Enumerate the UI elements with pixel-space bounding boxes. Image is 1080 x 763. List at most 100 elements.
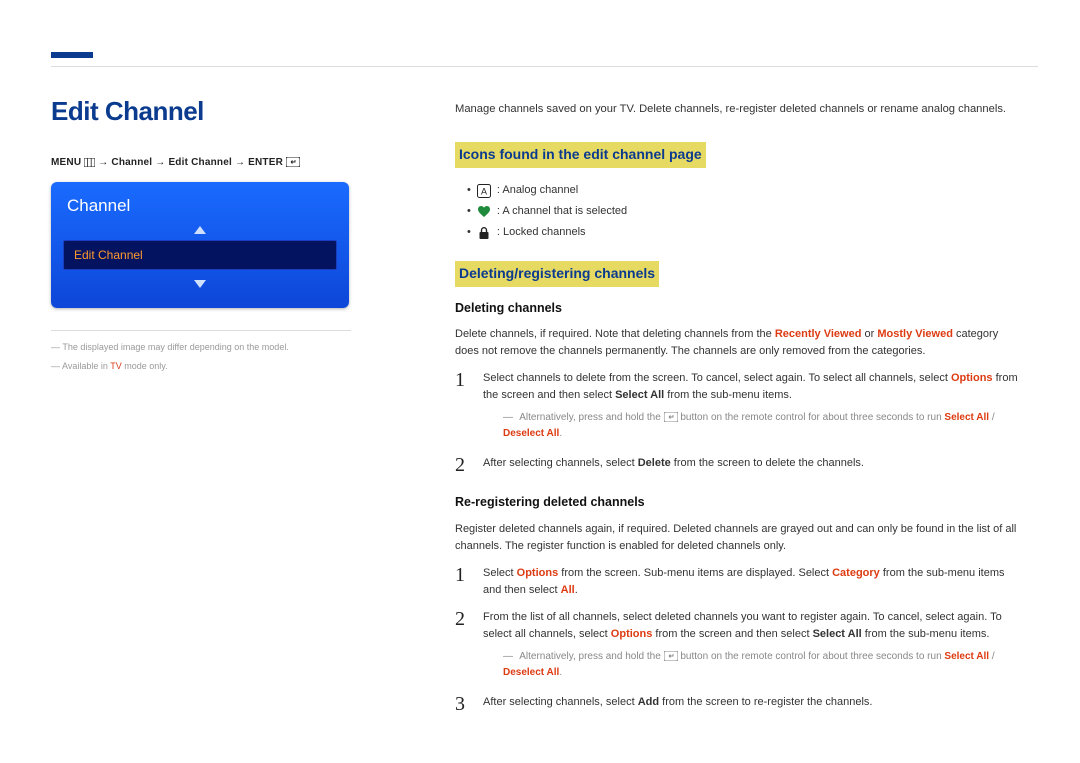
- step-1: 1 Select Options from the screen. Sub-me…: [455, 565, 1024, 599]
- t: Select: [483, 567, 517, 579]
- t: Delete channels, if required. Note that …: [455, 328, 775, 340]
- lock-icon: [477, 226, 491, 240]
- icon-row-locked: • : Locked channels: [467, 224, 1024, 241]
- heart-icon: [477, 205, 491, 219]
- left-column: Edit Channel MENU → Channel → Edit Chann…: [51, 96, 351, 372]
- t: Mostly Viewed: [877, 328, 953, 340]
- icon-legend: • A : Analog channel • : A channel that …: [467, 182, 1024, 241]
- analog-text: : Analog channel: [497, 182, 578, 199]
- tv-menu-header: Channel: [67, 196, 337, 216]
- t: .: [559, 667, 562, 678]
- t: Select channels to delete from the scree…: [483, 372, 951, 384]
- t: Options: [951, 372, 993, 384]
- enter-icon: [286, 157, 300, 167]
- t: /: [989, 412, 995, 423]
- menu-grid-icon: [84, 158, 95, 167]
- step-body: Select Options from the screen. Sub-menu…: [483, 565, 1024, 599]
- path-channel: Channel: [111, 157, 152, 168]
- t: from the screen and then select: [652, 628, 812, 640]
- step-number: 1: [455, 370, 469, 390]
- step-3: 3 After selecting channels, select Add f…: [455, 694, 1024, 714]
- t: .: [559, 428, 562, 439]
- chevron-down-icon[interactable]: [193, 279, 207, 289]
- dash-icon: ―: [503, 412, 513, 423]
- path-enter: ENTER: [248, 157, 283, 168]
- left-divider: [51, 330, 351, 331]
- chevron-up-icon[interactable]: [193, 225, 207, 235]
- t: Category: [832, 567, 880, 579]
- step-number: 3: [455, 694, 469, 714]
- footnote-tv-b: TV: [110, 361, 122, 371]
- enter-icon: [664, 412, 678, 422]
- t: After selecting channels, select: [483, 696, 638, 708]
- tv-menu-item-edit-channel[interactable]: Edit Channel: [63, 240, 337, 270]
- deleting-steps: 1 Select channels to delete from the scr…: [455, 370, 1024, 475]
- step-2: 2 After selecting channels, select Delet…: [455, 455, 1024, 475]
- path-menu: MENU: [51, 157, 81, 168]
- step-2: 2 From the list of all channels, select …: [455, 609, 1024, 684]
- bullet-icon: •: [467, 224, 471, 241]
- t: Select All: [944, 651, 989, 662]
- step-2-tip: ― Alternatively, press and hold the butt…: [503, 649, 1024, 680]
- bullet-icon: •: [467, 182, 471, 199]
- path-edit-channel: Edit Channel: [168, 157, 232, 168]
- t: All: [561, 584, 575, 596]
- t: Options: [517, 567, 559, 579]
- tv-down-arrow-row: [63, 276, 337, 294]
- t: Alternatively, press and hold the: [519, 651, 663, 662]
- t: from the screen to delete the channels.: [671, 457, 864, 469]
- step-body: From the list of all channels, select de…: [483, 609, 1024, 684]
- footnote-tv-c: mode only.: [122, 361, 168, 371]
- lock-text: : Locked channels: [497, 224, 586, 241]
- analog-box-icon: A: [477, 184, 491, 198]
- section-icons-heading: Icons found in the edit channel page: [455, 142, 706, 168]
- dash-icon: ―: [51, 342, 62, 352]
- breadcrumb: MENU → Channel → Edit Channel → ENTER: [51, 157, 351, 168]
- footnote-tv-mode: ― Available in TV mode only.: [51, 360, 351, 373]
- t: from the screen. Sub-menu items are disp…: [558, 567, 832, 579]
- footnote-model: ― The displayed image may differ dependi…: [51, 341, 351, 354]
- step-body: After selecting channels, select Add fro…: [483, 694, 1024, 711]
- icon-row-selected: • : A channel that is selected: [467, 203, 1024, 220]
- section-deleting-heading: Deleting/registering channels: [455, 261, 659, 287]
- t: Deselect All: [503, 428, 559, 439]
- accent-tab: [51, 52, 93, 58]
- t: from the sub-menu items.: [664, 389, 792, 401]
- tv-up-arrow-row: [63, 222, 337, 240]
- t: Select All: [615, 389, 664, 401]
- t: from the screen to re-register the chann…: [659, 696, 872, 708]
- step-number: 2: [455, 455, 469, 475]
- right-column: Manage channels saved on your TV. Delete…: [455, 101, 1024, 724]
- deleting-intro: Delete channels, if required. Note that …: [455, 326, 1024, 360]
- svg-text:A: A: [481, 186, 487, 196]
- path-arrow-1: →: [98, 157, 111, 168]
- t: After selecting channels, select: [483, 457, 638, 469]
- t: Select All: [944, 412, 989, 423]
- reregister-intro: Register deleted channels again, if requ…: [455, 521, 1024, 555]
- t: /: [989, 651, 995, 662]
- t: button on the remote control for about t…: [678, 412, 945, 423]
- page-title: Edit Channel: [51, 96, 351, 127]
- footnote-model-text: The displayed image may differ depending…: [62, 342, 288, 352]
- top-rule: [51, 66, 1038, 67]
- step-1: 1 Select channels to delete from the scr…: [455, 370, 1024, 445]
- path-arrow-2: →: [155, 157, 168, 168]
- step-1-tip: ― Alternatively, press and hold the butt…: [503, 410, 1024, 441]
- enter-icon: [664, 651, 678, 661]
- t: Delete: [638, 457, 671, 469]
- step-body: After selecting channels, select Delete …: [483, 455, 1024, 472]
- t: Alternatively, press and hold the: [519, 412, 663, 423]
- t: button on the remote control for about t…: [678, 651, 945, 662]
- tv-menu-widget: Channel Edit Channel: [51, 182, 349, 308]
- t: Recently Viewed: [775, 328, 862, 340]
- bullet-icon: •: [467, 203, 471, 220]
- dash-icon: ―: [503, 651, 513, 662]
- t: Select All: [813, 628, 862, 640]
- icon-row-analog: • A : Analog channel: [467, 182, 1024, 199]
- t: Deselect All: [503, 667, 559, 678]
- step-number: 2: [455, 609, 469, 629]
- t: Add: [638, 696, 659, 708]
- t: from the sub-menu items.: [862, 628, 990, 640]
- heart-text: : A channel that is selected: [497, 203, 627, 220]
- step-body: Select channels to delete from the scree…: [483, 370, 1024, 445]
